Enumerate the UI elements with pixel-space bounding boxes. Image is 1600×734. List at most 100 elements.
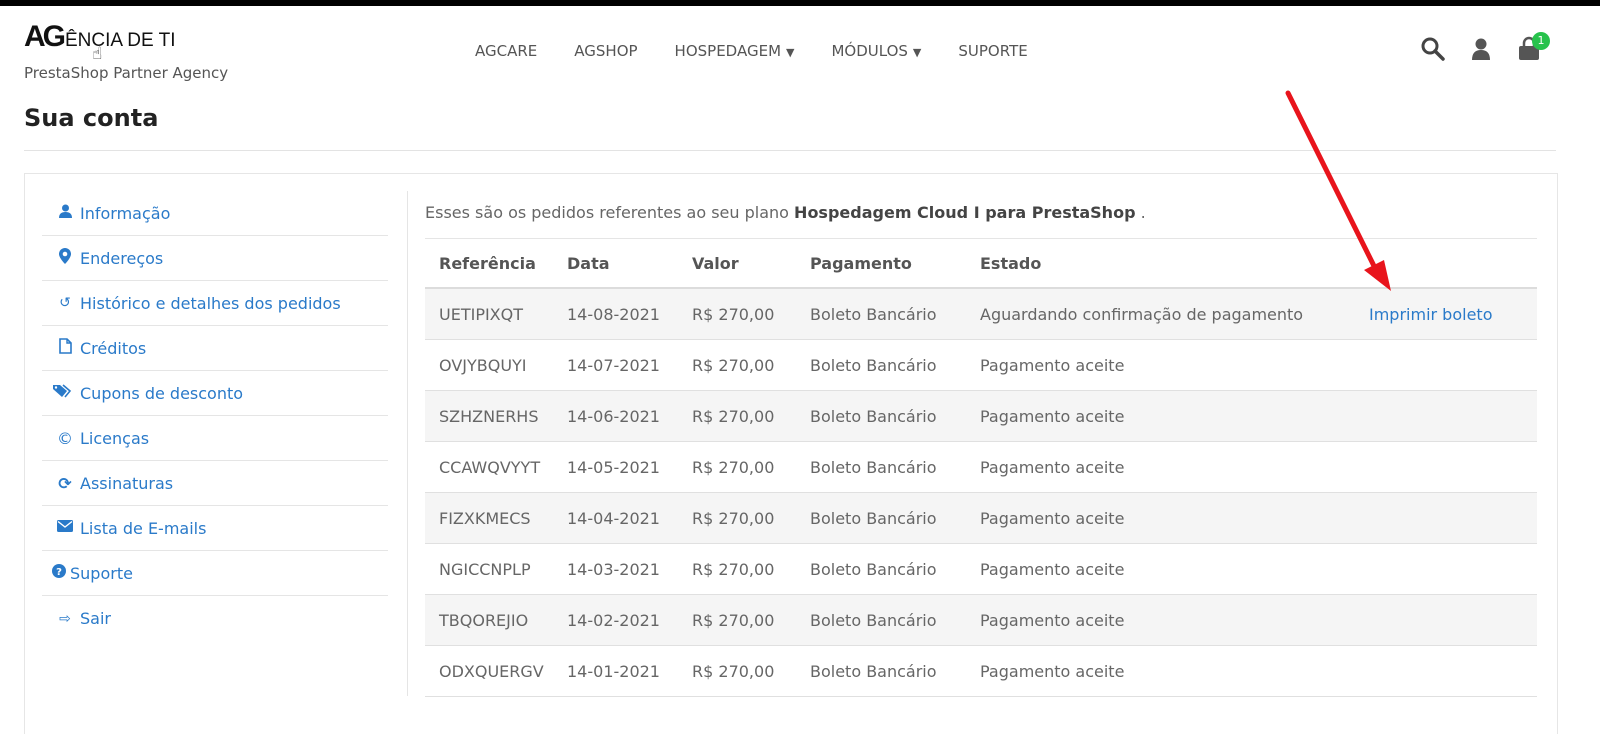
order-value: R$ 270,00: [692, 610, 775, 630]
nav-item-agcare[interactable]: AGCARE: [475, 42, 537, 60]
map-marker-icon: [56, 248, 74, 268]
hand-cursor-icon: ☝: [92, 44, 103, 64]
order-status: Pagamento aceite: [980, 610, 1125, 630]
order-status: Pagamento aceite: [980, 406, 1125, 426]
order-value: R$ 270,00: [692, 304, 775, 324]
nav-item-agshop[interactable]: AGSHOP: [574, 42, 637, 60]
file-icon: [56, 338, 74, 358]
sidebar-item-suporte[interactable]: ? Suporte: [42, 551, 388, 596]
svg-text:?: ?: [56, 567, 62, 578]
order-payment: Boleto Bancário: [810, 508, 937, 528]
nav-item-modulos[interactable]: MÓDULOS ▼: [831, 42, 921, 60]
order-status: Pagamento aceite: [980, 661, 1125, 681]
sidebar-item-label: Sair: [80, 609, 111, 628]
order-date: 14-07-2021: [567, 355, 660, 375]
sidebar-item-historico[interactable]: ↺ Histórico e detalhes dos pedidos: [42, 281, 388, 326]
refresh-icon: ⟳: [58, 473, 72, 493]
order-payment: Boleto Bancário: [810, 559, 937, 579]
table-row: FIZXKMECS 14-04-2021 R$ 270,00 Boleto Bancá…: [425, 493, 1537, 544]
nav-item-hospedagem[interactable]: HOSPEDAGEM ▼: [675, 42, 795, 60]
order-reference[interactable]: ODXQUERGV: [425, 662, 567, 681]
order-reference[interactable]: NGICCNPLP: [425, 560, 567, 579]
print-boleto-link[interactable]: Imprimir boleto: [1369, 305, 1537, 324]
cart-icon[interactable]: 1: [1516, 32, 1550, 64]
order-payment: Boleto Bancário: [810, 355, 937, 375]
logo-text: ÊNCIA DE TI: [65, 30, 176, 51]
col-header-referencia: Referência: [439, 253, 536, 273]
table-row: UETIPIXQT 14-08-2021 R$ 270,00 Boleto Bancá…: [425, 289, 1537, 340]
sidebar-item-label: Histórico e detalhes dos pedidos: [80, 293, 341, 313]
sidebar-item-label: Suporte: [70, 563, 133, 583]
order-date: 14-03-2021: [567, 559, 660, 579]
sidebar-item-cupons[interactable]: Cupons de desconto: [42, 371, 388, 416]
nav-label: SUPORTE: [958, 42, 1028, 60]
intro-prefix: Esses são os pedidos referentes ao seu p…: [425, 203, 795, 222]
orders-table: Referência Data Valor Pagamento Estado U…: [425, 238, 1537, 697]
table-row: ODXQUERGV 14-01-2021 R$ 270,00 Boleto Bancá…: [425, 646, 1537, 697]
sidebar-item-sair[interactable]: ⇨ Sair: [42, 596, 388, 641]
sidebar-item-licencas[interactable]: © Licenças: [42, 416, 388, 461]
orders-intro-text: Esses são os pedidos referentes ao seu p…: [425, 203, 1146, 222]
order-date: 14-02-2021: [567, 610, 660, 630]
table-row: NGICCNPLP 14-03-2021 R$ 270,00 Boleto Bancá…: [425, 544, 1537, 595]
envelope-icon: [56, 520, 74, 536]
table-header-row: Referência Data Valor Pagamento Estado: [425, 238, 1537, 289]
order-value: R$ 270,00: [692, 355, 775, 375]
order-value: R$ 270,00: [692, 406, 775, 426]
order-reference[interactable]: UETIPIXQT: [425, 305, 567, 324]
nav-label: MÓDULOS: [831, 42, 908, 60]
table-row: OVJYBQUYI 14-07-2021 R$ 270,00 Boleto Bancá…: [425, 340, 1537, 391]
chevron-down-icon: ▼: [912, 46, 922, 59]
nav-label: AGCARE: [475, 42, 538, 60]
order-status: Aguardando confirmação de pagamento: [980, 304, 1304, 324]
order-payment: Boleto Bancário: [810, 661, 937, 681]
order-date: 14-01-2021: [567, 661, 660, 681]
order-status: Pagamento aceite: [980, 355, 1125, 375]
title-divider: [24, 150, 1556, 151]
order-status: Pagamento aceite: [980, 508, 1125, 528]
order-reference[interactable]: TBQOREJIO: [425, 611, 567, 630]
order-payment: Boleto Bancário: [810, 610, 937, 630]
nav-label: HOSPEDAGEM: [674, 42, 782, 60]
nav-item-suporte[interactable]: SUPORTE: [958, 42, 1027, 60]
order-value: R$ 270,00: [692, 508, 775, 528]
order-reference[interactable]: FIZXKMECS: [425, 509, 567, 528]
sidebar-item-label: Cupons de desconto: [80, 383, 244, 403]
column-divider: [407, 191, 408, 696]
order-date: 14-04-2021: [567, 508, 660, 528]
sidebar-item-label: Assinaturas: [80, 473, 174, 493]
order-value: R$ 270,00: [692, 457, 775, 477]
sidebar-item-lista-emails[interactable]: Lista de E-mails: [42, 506, 388, 551]
table-row: CCAWQVYYT 14-05-2021 R$ 270,00 Boleto Bancá…: [425, 442, 1537, 493]
sidebar-item-creditos[interactable]: Créditos: [42, 326, 388, 371]
sidebar-item-label: Créditos: [80, 338, 147, 358]
order-status: Pagamento aceite: [980, 559, 1125, 579]
logo-subtitle: PrestaShop Partner Agency: [24, 64, 229, 82]
order-reference[interactable]: OVJYBQUYI: [425, 356, 567, 375]
order-reference[interactable]: SZHZNERHS: [425, 407, 567, 426]
history-icon: ↺: [59, 295, 71, 311]
col-header-valor: Valor: [692, 253, 739, 273]
col-header-estado: Estado: [980, 253, 1042, 273]
user-icon[interactable]: [1468, 36, 1496, 64]
order-value: R$ 270,00: [692, 559, 775, 579]
header-icons: 1: [1420, 32, 1564, 64]
order-reference[interactable]: CCAWQVYYT: [425, 458, 567, 477]
sidebar-item-assinaturas[interactable]: ⟳ Assinaturas: [42, 461, 388, 506]
order-status: Pagamento aceite: [980, 457, 1125, 477]
sidebar-item-label: Endereços: [80, 248, 164, 268]
order-date: 14-05-2021: [567, 457, 660, 477]
sidebar-item-enderecos[interactable]: Endereços: [42, 236, 388, 281]
search-icon[interactable]: [1420, 36, 1448, 64]
order-payment: Boleto Bancário: [810, 457, 937, 477]
order-payment: Boleto Bancário: [810, 406, 937, 426]
copyright-icon: ©: [57, 428, 73, 448]
sidebar-item-label: Licenças: [80, 428, 150, 448]
order-payment: Boleto Bancário: [810, 304, 937, 324]
sidebar-item-label: Informação: [80, 203, 171, 223]
plan-name: Hospedagem Cloud I para PrestaShop: [794, 203, 1136, 222]
nav-label: AGSHOP: [574, 42, 638, 60]
page-title: Sua conta: [24, 104, 159, 132]
sidebar-item-informacao[interactable]: Informação: [42, 191, 388, 236]
table-row: SZHZNERHS 14-06-2021 R$ 270,00 Boleto Bancá…: [425, 391, 1537, 442]
